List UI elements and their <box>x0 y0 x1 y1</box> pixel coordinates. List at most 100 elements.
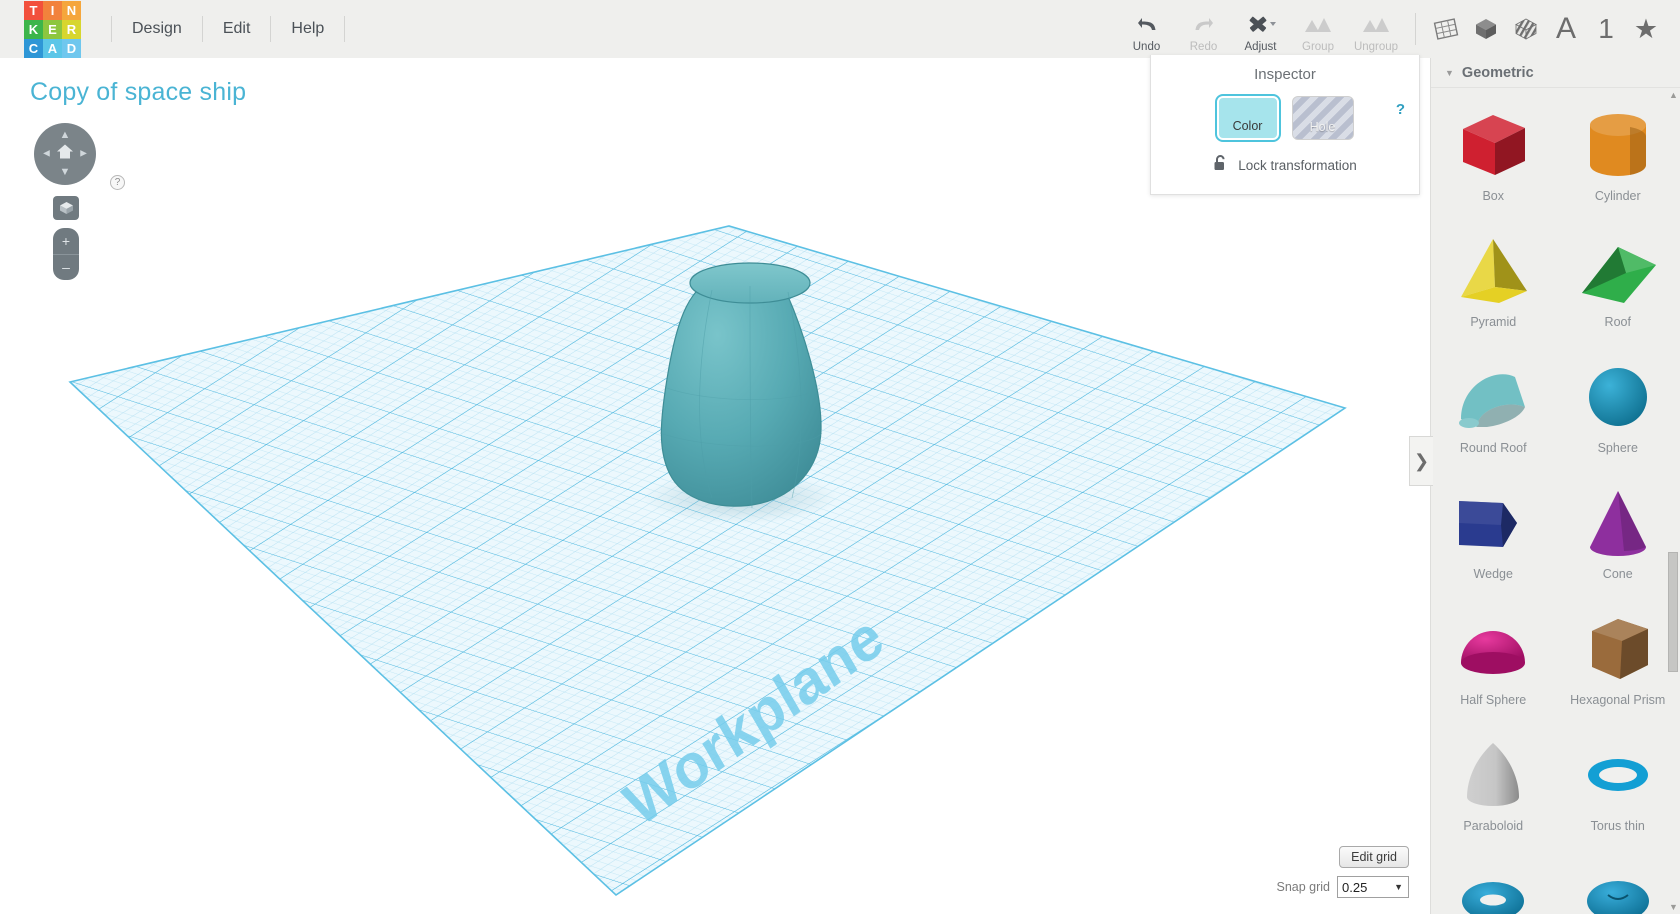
shape-item-torusthin[interactable]: Torus thin <box>1556 725 1680 851</box>
zoom-out-button[interactable]: – <box>53 255 79 281</box>
shape-label: Roof <box>1604 315 1631 329</box>
undo-label: Undo <box>1132 41 1161 53</box>
redo-button[interactable]: Redo <box>1175 2 1232 58</box>
view-navigation-controls: ▲ ▼ ◄ ► ? + – <box>34 123 154 280</box>
shape-item-halfsphere[interactable]: Half Sphere <box>1431 599 1556 725</box>
group-label: Group <box>1302 41 1334 53</box>
number-icon-glyph: 1 <box>1598 13 1614 44</box>
shape-label: Hexagonal Prism <box>1570 693 1666 707</box>
menu-item-design[interactable]: Design <box>111 16 203 42</box>
shape-item-paraboloid[interactable]: Paraboloid <box>1431 725 1556 851</box>
cone-icon <box>1568 481 1668 565</box>
shape-item-hexprism[interactable]: Hexagonal Prism <box>1556 599 1680 725</box>
edit-grid-button[interactable]: Edit grid <box>1339 846 1409 868</box>
scrollbar-thumb[interactable] <box>1668 552 1678 672</box>
shape-label: Sphere <box>1597 441 1638 455</box>
inspector-panel: Inspector ? Color Hole Lock transformati… <box>1150 55 1420 195</box>
shape-label: Cylinder <box>1594 189 1641 203</box>
menu-item-help[interactable]: Help <box>271 16 346 42</box>
shape-item-wedge[interactable]: Wedge <box>1431 473 1556 599</box>
adjust-button[interactable]: Adjust <box>1232 2 1289 58</box>
shapes-category-header[interactable]: ▼ Geometric <box>1431 58 1680 88</box>
page-title[interactable]: Copy of space ship <box>30 78 246 107</box>
undo-button[interactable]: Undo <box>1118 2 1175 58</box>
workplane-icon[interactable] <box>1426 0 1466 58</box>
orbit-pad[interactable]: ▲ ▼ ◄ ► <box>34 123 96 185</box>
text-icon[interactable]: A <box>1546 0 1586 58</box>
hole-swatch-button[interactable]: Hole <box>1291 96 1354 140</box>
text-icon-glyph: A <box>1555 12 1576 45</box>
group-button[interactable]: Group <box>1289 2 1347 58</box>
shape-item-cylinder[interactable]: Cylinder <box>1556 95 1680 221</box>
shape-label: Round Roof <box>1459 441 1527 455</box>
lock-transformation-row[interactable]: Lock transformation <box>1151 154 1419 177</box>
home-view-icon[interactable] <box>55 143 75 166</box>
shape-label: Torus thin <box>1590 819 1645 833</box>
shapes-grid: Box Cylinder Pyramid Roof Round Roof Sph… <box>1431 89 1680 914</box>
solid-cube-icon[interactable] <box>1466 0 1506 58</box>
logo-tile-a: A <box>43 38 62 58</box>
shape-item-torus[interactable]: Torus <box>1431 851 1556 914</box>
shape-item-pyramid[interactable]: Pyramid <box>1431 221 1556 347</box>
shape-item-roundroof[interactable]: Round Roof <box>1431 347 1556 473</box>
shape-item-box[interactable]: Box <box>1431 95 1556 221</box>
sphere-icon <box>1568 355 1668 439</box>
undo-icon <box>1135 12 1159 38</box>
scroll-up-icon[interactable]: ▲ <box>1669 90 1678 100</box>
snap-grid-row: Snap grid 0.25 ▼ <box>1209 868 1409 898</box>
tinkercad-logo[interactable]: TINKERCAD <box>24 0 81 58</box>
number-icon[interactable]: 1 <box>1586 0 1626 58</box>
snap-grid-select[interactable]: 0.25 ▼ <box>1337 876 1409 898</box>
fit-view-button[interactable] <box>53 196 79 220</box>
cylinder-icon <box>1568 103 1668 187</box>
caret-down-icon: ▼ <box>1445 67 1454 78</box>
shape-item-sphere[interactable]: Sphere <box>1556 347 1680 473</box>
shapes-scrollbar[interactable]: ▲ ▼ <box>1667 90 1679 912</box>
torus-icon <box>1443 859 1543 914</box>
star-icon[interactable]: ★ <box>1626 0 1666 58</box>
roundroof-icon <box>1443 355 1543 439</box>
ruler-cube-icon[interactable] <box>1506 0 1546 58</box>
chevron-down-icon: ▼ <box>1394 882 1403 892</box>
unlock-icon <box>1213 154 1229 177</box>
panel-collapse-handle[interactable]: ❯ <box>1409 436 1433 486</box>
inspector-help-icon[interactable]: ? <box>1396 101 1405 118</box>
color-swatch-button[interactable]: Color <box>1214 94 1281 142</box>
paraboloid-icon <box>1443 733 1543 817</box>
snap-grid-label: Snap grid <box>1276 880 1330 894</box>
orbit-right-icon[interactable]: ► <box>78 148 89 160</box>
orbit-down-icon[interactable]: ▼ <box>60 167 71 178</box>
orbit-left-icon[interactable]: ◄ <box>41 148 52 160</box>
shape-label: Paraboloid <box>1463 819 1524 833</box>
halfsphere-icon <box>1443 607 1543 691</box>
shapes-panel: ▼ Geometric Box Cylinder Pyramid Roof Ro… <box>1430 58 1680 914</box>
group-icon <box>1303 12 1333 38</box>
shape-label: Cone <box>1602 567 1633 581</box>
zoom-in-button[interactable]: + <box>53 228 79 255</box>
adjust-icon <box>1246 12 1276 38</box>
top-bar: TINKERCAD Design Edit Help Undo Redo Adj… <box>0 0 1680 58</box>
scroll-down-icon[interactable]: ▼ <box>1669 902 1678 912</box>
color-swatch-label: Color <box>1232 119 1263 133</box>
torusthick-icon <box>1568 859 1668 914</box>
shapes-category-label: Geometric <box>1461 64 1534 81</box>
star-icon-glyph: ★ <box>1633 13 1659 44</box>
shape-item-torusthick[interactable]: Torus thick <box>1556 851 1680 914</box>
edit-tools: Undo Redo Adjust Group Ungroup A 1 ★ <box>1118 0 1680 58</box>
inspector-swatches: Color Hole <box>1151 94 1419 142</box>
help-icon[interactable]: ? <box>110 175 125 190</box>
shapes-scroll-area[interactable]: Box Cylinder Pyramid Roof Round Roof Sph… <box>1431 89 1680 914</box>
hexprism-icon <box>1568 607 1668 691</box>
shape-label: Box <box>1482 189 1505 203</box>
ungroup-label: Ungroup <box>1353 41 1399 53</box>
shape-item-cone[interactable]: Cone <box>1556 473 1680 599</box>
orbit-up-icon[interactable]: ▲ <box>60 130 71 141</box>
redo-icon <box>1192 12 1216 38</box>
shape-item-roof[interactable]: Roof <box>1556 221 1680 347</box>
view-icons: A 1 ★ <box>1426 0 1680 58</box>
ungroup-button[interactable]: Ungroup <box>1347 2 1405 58</box>
menu-item-edit[interactable]: Edit <box>203 16 272 42</box>
logo-tile-c: C <box>24 38 43 58</box>
logo-tile-n: N <box>62 0 81 20</box>
logo-tile-d: D <box>62 38 81 58</box>
